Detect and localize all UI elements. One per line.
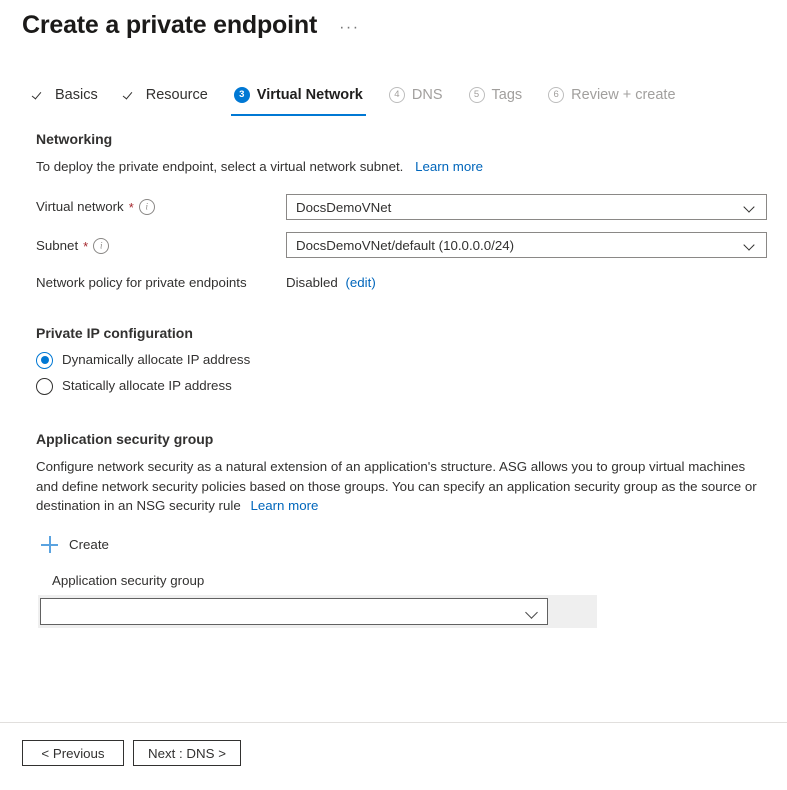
tab-label: DNS [412,85,443,105]
subnet-label-text: Subnet [36,237,78,255]
asg-picker-label-text: Application security group [52,572,204,590]
radio-dynamic-ip[interactable]: Dynamically allocate IP address [36,351,250,369]
page-header: Create a private endpoint ··· [22,6,360,44]
network-policy-label-text: Network policy for private endpoints [36,274,247,292]
asg-create-button[interactable]: Create [41,536,109,553]
networking-learn-more-link[interactable]: Learn more [415,159,483,174]
networking-description: To deploy the private endpoint, select a… [36,157,483,177]
virtual-network-label: Virtual network * i [36,198,155,216]
network-policy-value-row: Disabled (edit) [286,274,376,292]
tab-virtual-network[interactable]: 3 Virtual Network [221,82,376,116]
step-number-badge: 5 [469,87,485,103]
info-icon[interactable]: i [93,238,109,254]
radio-label: Dynamically allocate IP address [62,351,250,369]
chevron-down-icon [525,605,539,619]
tab-dns[interactable]: 4 DNS [376,82,456,116]
check-icon [33,87,48,102]
virtual-network-dropdown[interactable]: DocsDemoVNet [286,194,767,220]
footer-divider [0,722,787,723]
radio-indicator [36,352,53,369]
radio-static-ip[interactable]: Statically allocate IP address [36,377,232,395]
chevron-down-icon [744,201,756,213]
radio-label: Statically allocate IP address [62,377,232,395]
virtual-network-label-text: Virtual network [36,198,124,216]
check-icon [124,87,139,102]
plus-icon [41,536,58,553]
footer-actions: < Previous Next : DNS > [22,740,241,766]
asg-learn-more-link[interactable]: Learn more [250,498,318,513]
wizard-tabs: Basics Resource 3 Virtual Network 4 DNS … [33,82,689,116]
step-number-badge: 4 [389,87,405,103]
tab-label: Review + create [571,85,675,105]
required-indicator: * [129,201,134,214]
subnet-label: Subnet * i [36,237,109,255]
page-title: Create a private endpoint [22,9,317,41]
next-button[interactable]: Next : DNS > [133,740,241,766]
tab-resource[interactable]: Resource [111,82,221,116]
subnet-value: DocsDemoVNet/default (10.0.0.0/24) [296,238,744,253]
info-icon[interactable]: i [139,199,155,215]
networking-description-text: To deploy the private endpoint, select a… [36,159,403,174]
private-ip-heading: Private IP configuration [36,323,193,343]
step-number-badge: 6 [548,87,564,103]
tab-review-create[interactable]: 6 Review + create [535,82,688,116]
subnet-dropdown[interactable]: DocsDemoVNet/default (10.0.0.0/24) [286,232,767,258]
virtual-network-value: DocsDemoVNet [296,200,744,215]
required-indicator: * [83,240,88,253]
asg-create-label: Create [69,537,109,552]
networking-heading: Networking [36,129,112,149]
network-policy-edit-link[interactable]: (edit) [345,275,375,290]
tab-basics[interactable]: Basics [33,82,111,116]
asg-description: Configure network security as a natural … [36,457,768,516]
radio-indicator [36,378,53,395]
asg-heading: Application security group [36,429,213,449]
step-number-badge: 3 [234,87,250,103]
previous-button[interactable]: < Previous [22,740,124,766]
tab-label: Resource [146,85,208,105]
tab-label: Basics [55,85,98,105]
asg-dropdown[interactable] [40,598,548,625]
network-policy-value: Disabled [286,275,338,290]
asg-description-text: Configure network security as a natural … [36,459,757,513]
asg-picker-panel [38,595,597,628]
more-actions-icon[interactable]: ··· [339,6,359,44]
tab-label: Tags [492,85,523,105]
asg-picker-label: Application security group [52,572,204,590]
tab-tags[interactable]: 5 Tags [456,82,536,116]
tab-label: Virtual Network [257,85,363,105]
network-policy-label: Network policy for private endpoints [36,274,247,292]
chevron-down-icon [744,239,756,251]
